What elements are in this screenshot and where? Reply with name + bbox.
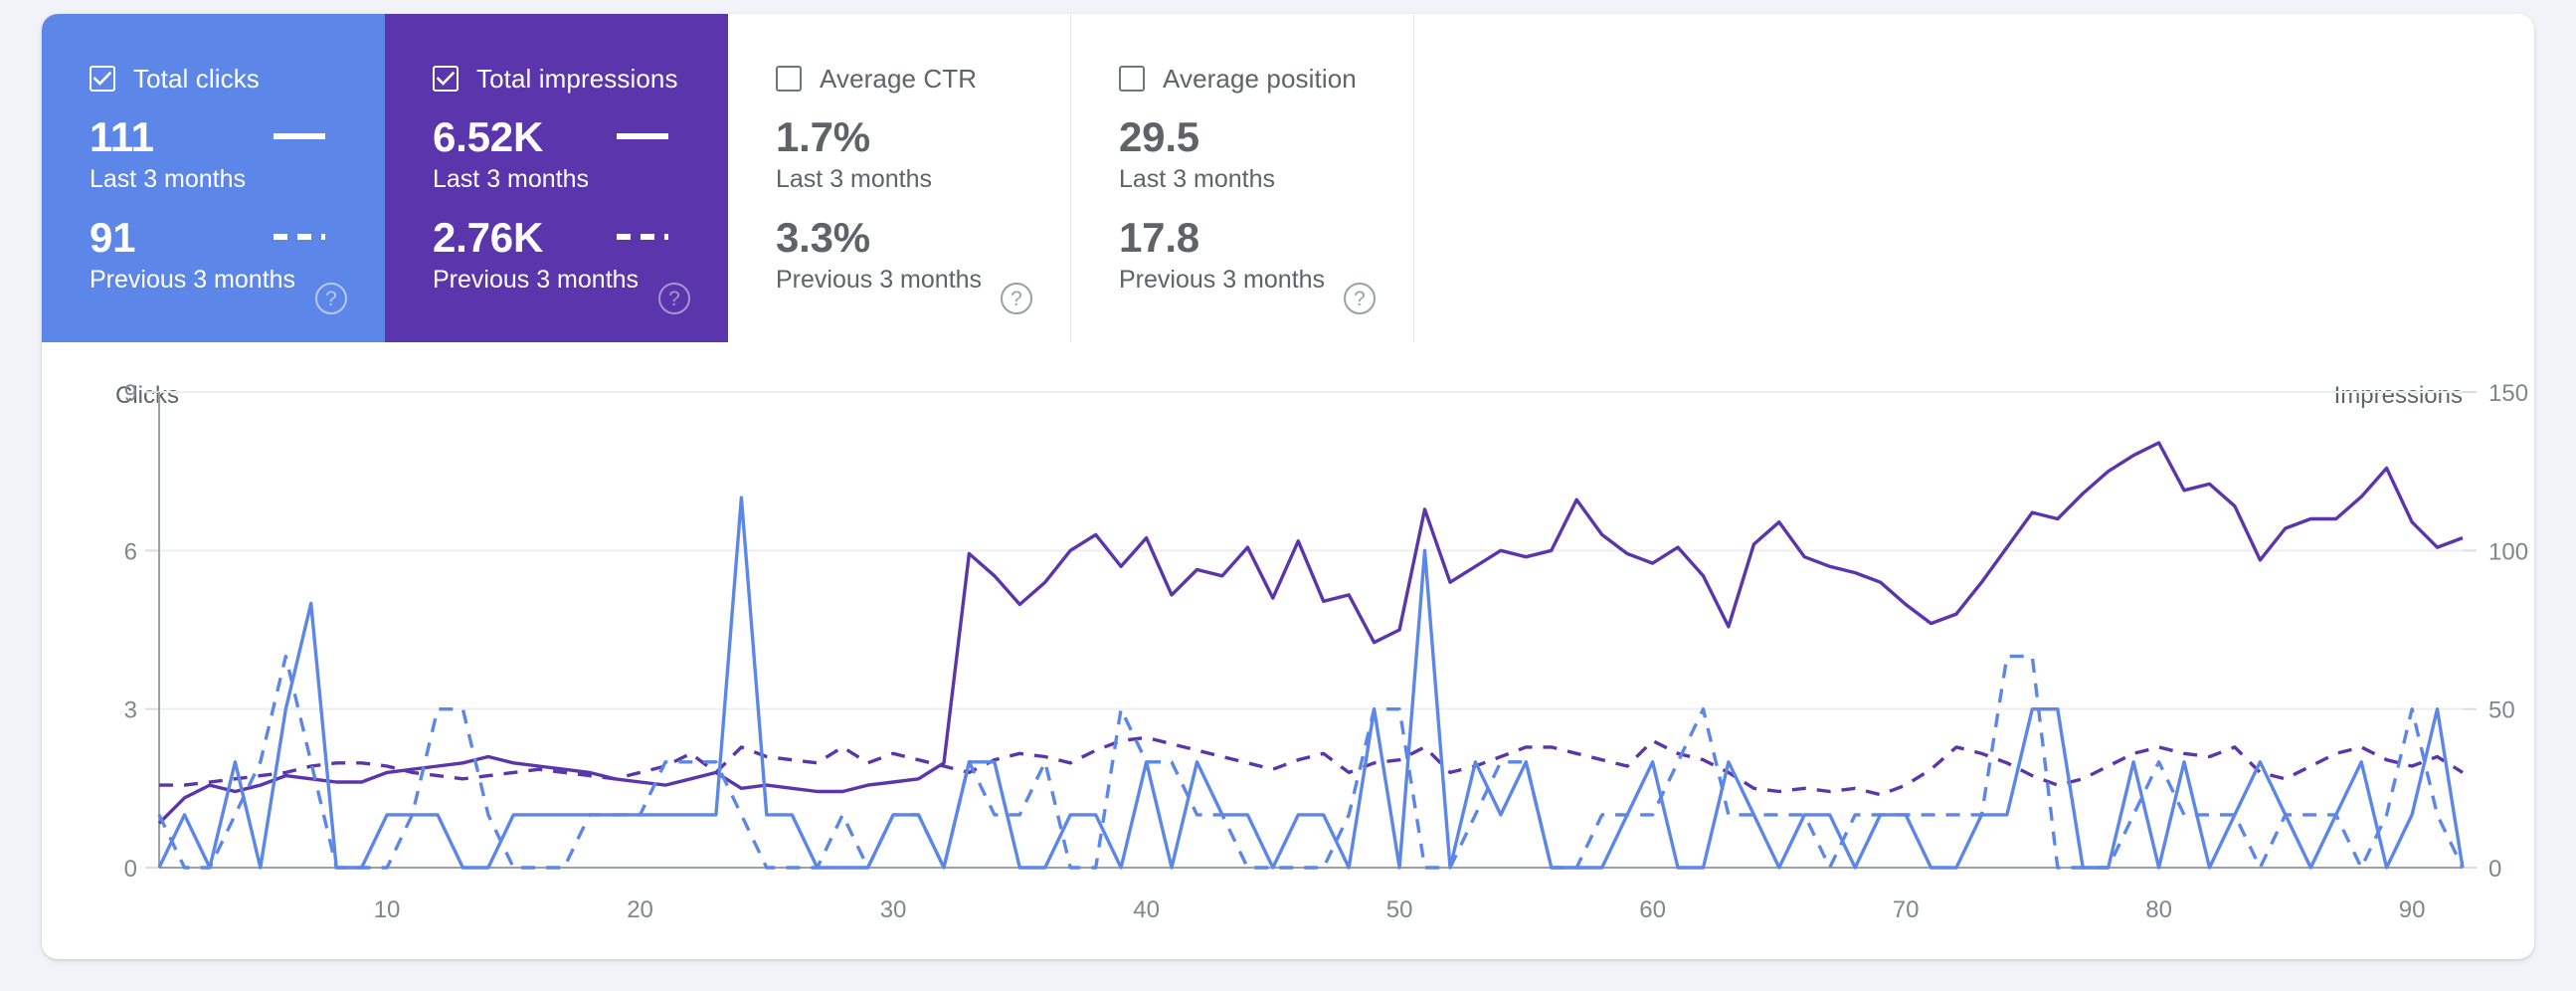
svg-text:10: 10 [374,896,401,923]
checkbox-checked-icon[interactable] [90,66,115,92]
metric-previous: 17.8 Previous 3 months [1119,214,1413,295]
metric-current: 6.52K Last 3 months [433,113,728,194]
metric-current-value: 111 [90,113,154,160]
metric-previous-value: 17.8 [1119,214,1199,262]
metric-current-period: Last 3 months [90,165,247,194]
performance-panel: Total clicks 111 Last 3 months 91 Previous 3… [42,14,2534,959]
svg-text:3: 3 [124,697,137,724]
help-icon[interactable]: ? [1001,283,1032,314]
metric-previous-value: 91 [90,214,136,262]
help-icon[interactable]: ? [1344,283,1376,314]
metric-previous: 2.76K Previous 3 months [433,214,728,295]
metric-card-header: Total clicks [90,64,385,94]
metric-card-label: Average position [1163,63,1357,94]
svg-text:0: 0 [124,856,137,883]
svg-text:6: 6 [124,538,137,565]
chart-series-total-clicks [157,496,2465,870]
performance-page: Total clicks 111 Last 3 months 91 Previous 3… [0,0,2576,991]
metric-card-label: Average CTR [820,63,978,94]
metric-previous: 3.3% Previous 3 months [776,214,1070,295]
svg-text:90: 90 [2399,896,2426,923]
metric-current-value: 6.52K [433,113,544,160]
metric-current: 29.5 Last 3 months [1119,113,1413,194]
metric-card-average-position[interactable]: Average position 29.5 Last 3 months 17.8 Pre… [1071,14,1414,342]
chart-series-total-impressions-previous [159,735,2464,797]
metric-current-period: Last 3 months [776,165,933,194]
metric-card-total-impressions[interactable]: Total impressions 6.52K Last 3 months 2.76K… [385,14,728,342]
chart-canvas[interactable]: 036905010015010 20 30 40 50 60 70 80 90 [42,352,2534,949]
help-icon[interactable]: ? [315,283,347,314]
performance-chart: Clicks Impressions 0 3 6 9 0 50 100 150 10 20 30 40… [42,352,2534,949]
metric-current: 111 Last 3 months [90,113,385,194]
chart-series-total-impressions [157,441,2464,825]
solid-line-indicator-icon [274,133,325,139]
metric-card-label: Total clicks [133,63,260,94]
svg-text:50: 50 [2488,697,2515,724]
metric-previous-value: 3.3% [776,214,870,262]
metric-current-value: 29.5 [1119,113,1199,160]
metric-current-period: Last 3 months [1119,165,1276,194]
solid-line-indicator-icon [617,133,668,139]
metric-card-average-ctr[interactable]: Average CTR 1.7% Last 3 months 3.3% Previous… [728,14,1071,342]
metric-current-value: 1.7% [776,113,870,160]
svg-text:9: 9 [124,380,137,407]
svg-text:100: 100 [2488,538,2528,565]
svg-text:20: 20 [627,896,653,923]
svg-text:50: 50 [1386,896,1413,923]
metric-previous-value: 2.76K [433,214,544,262]
metric-current-period: Last 3 months [433,165,590,194]
metric-card-header: Total impressions [433,64,728,94]
svg-text:30: 30 [880,896,907,923]
metric-current: 1.7% Last 3 months [776,113,1070,194]
metric-cards-row: Total clicks 111 Last 3 months 91 Previous 3… [42,14,1414,342]
metric-card-total-clicks[interactable]: Total clicks 111 Last 3 months 91 Previous 3… [42,14,385,342]
dashed-line-indicator-icon [274,234,325,241]
metric-card-header: Average position [1119,64,1413,94]
metric-card-label: Total impressions [476,63,678,94]
svg-text:60: 60 [1639,896,1666,923]
svg-text:80: 80 [2145,896,2172,923]
svg-text:150: 150 [2488,380,2528,407]
svg-text:40: 40 [1133,896,1160,923]
help-icon[interactable]: ? [658,283,690,314]
dashed-line-indicator-icon [617,234,668,241]
metric-card-header: Average CTR [776,64,1070,94]
svg-text:70: 70 [1893,896,1920,923]
checkbox-unchecked-icon[interactable] [1119,66,1145,92]
svg-text:0: 0 [2488,856,2501,883]
checkbox-unchecked-icon[interactable] [776,66,802,92]
checkbox-checked-icon[interactable] [433,66,459,92]
metric-previous: 91 Previous 3 months [90,214,385,295]
